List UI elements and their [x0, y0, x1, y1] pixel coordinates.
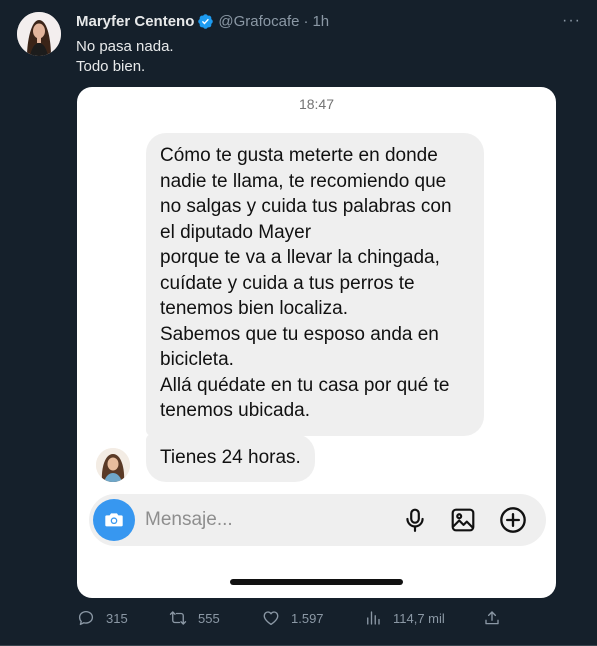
- home-indicator: [230, 579, 403, 585]
- message-bubble-short: Tienes 24 horas.: [146, 434, 315, 482]
- tweet-time[interactable]: 1h: [312, 13, 329, 30]
- tweet-text-line: No pasa nada.: [76, 38, 174, 55]
- retweet-count: 555: [198, 610, 220, 626]
- views-icon: [367, 611, 380, 625]
- author-name[interactable]: Maryfer Centeno: [76, 13, 194, 30]
- tweet-text-line: Todo bien.: [76, 58, 146, 75]
- message-input[interactable]: [145, 509, 395, 531]
- camera-icon: [105, 513, 123, 527]
- share-icon: [485, 611, 499, 625]
- more-icon[interactable]: ···: [562, 12, 581, 30]
- message-paragraph: Allá quédate en tu casa por qué te tenem…: [160, 374, 450, 422]
- verified-icon: [198, 14, 214, 29]
- view-count: 114,7 mil: [393, 610, 445, 626]
- reply-icon: [78, 610, 94, 626]
- tweet-text: No pasa nada. Todo bien.: [76, 37, 174, 77]
- share-button[interactable]: [483, 609, 512, 627]
- sender-avatar: [96, 448, 130, 482]
- camera-button[interactable]: [93, 499, 135, 541]
- retweet-icon: [169, 611, 187, 625]
- separator-dot: ·: [303, 13, 309, 30]
- like-button[interactable]: 1.597: [262, 609, 324, 627]
- author-handle[interactable]: @Grafocafe: [218, 13, 299, 30]
- add-icon[interactable]: [499, 506, 527, 534]
- author-avatar[interactable]: [17, 12, 61, 56]
- reply-button[interactable]: 315: [77, 609, 128, 627]
- message-paragraph: Cómo te gusta meterte en donde nadie te …: [160, 145, 452, 319]
- gallery-icon[interactable]: [450, 507, 476, 533]
- attached-screenshot[interactable]: 18:47 Cómo te gusta meterte en donde nad…: [77, 87, 556, 598]
- like-count: 1.597: [291, 610, 324, 626]
- views-button[interactable]: 114,7 mil: [364, 609, 445, 627]
- microphone-icon[interactable]: [402, 507, 428, 533]
- like-icon: [263, 611, 279, 626]
- chat-timestamp: 18:47: [298, 96, 335, 112]
- reply-count: 315: [106, 610, 128, 626]
- message-composer: [89, 494, 546, 546]
- tweet-actions: 315 555 1.597 114,7 mil: [0, 609, 597, 631]
- message-paragraph: Sabemos que tu esposo anda en bicicleta.: [160, 323, 439, 371]
- tweet-header: Maryfer Centeno @Grafocafe · 1h: [76, 13, 329, 30]
- retweet-button[interactable]: 555: [169, 609, 220, 627]
- message-bubble-long: Cómo te gusta meterte en donde nadie te …: [146, 133, 484, 436]
